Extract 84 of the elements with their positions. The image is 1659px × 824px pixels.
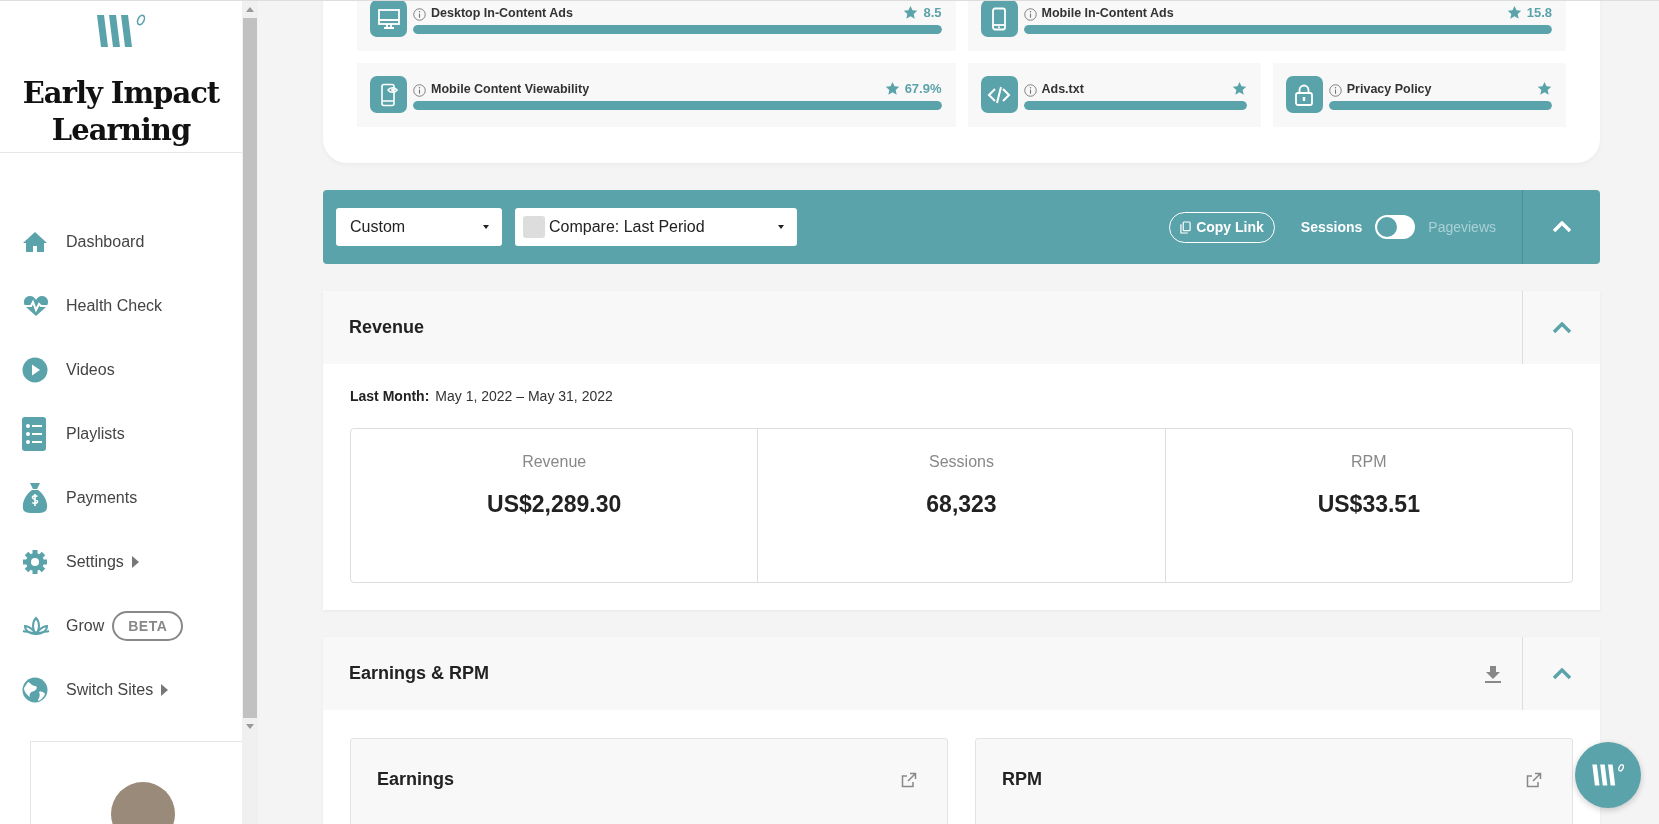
toggle-label: Sessions xyxy=(1300,219,1363,235)
scroll-up-icon[interactable] xyxy=(246,7,254,12)
nav-item[interactable]: Dashboard xyxy=(0,210,145,274)
nav-item[interactable]: Videos xyxy=(0,338,115,402)
external-link-icon[interactable] xyxy=(1526,771,1542,788)
caret-icon xyxy=(778,225,784,229)
toggle-label: Pageviews xyxy=(1428,219,1496,235)
logo-floating-button[interactable] xyxy=(1575,742,1641,808)
star-icon xyxy=(884,81,900,96)
nav-item[interactable]: Health Check xyxy=(0,274,163,338)
phone-icon xyxy=(980,1,1018,37)
stat-value: US$33.51 xyxy=(1317,491,1420,518)
stat-label: Revenue xyxy=(522,453,587,471)
period-label: Last Month: xyxy=(350,388,430,404)
nav-item[interactable]: Switch Sites xyxy=(0,658,169,722)
home-icon xyxy=(22,230,48,254)
heartbeat-icon xyxy=(22,294,50,318)
check-label: Privacy Policy xyxy=(1346,81,1433,96)
period-dropdown[interactable]: Custom xyxy=(336,208,502,246)
star-icon xyxy=(1537,81,1552,96)
checklist-icon xyxy=(22,417,46,451)
stat-label: RPM xyxy=(1351,453,1387,471)
check-label: Mobile In-Content Ads xyxy=(1041,5,1175,20)
scroll-down-icon[interactable] xyxy=(246,724,254,729)
monitor-icon xyxy=(370,1,407,37)
copy-icon xyxy=(1180,220,1192,234)
globe-icon xyxy=(22,677,48,703)
site-title: Early Impact Learning xyxy=(21,75,221,149)
card-title: Earnings xyxy=(377,769,455,790)
compare-dropdown[interactable]: Compare: Last Period xyxy=(515,208,797,246)
caret-icon xyxy=(483,225,489,229)
check-score: 67.9% xyxy=(904,81,942,96)
metric-tile[interactable]: Mobile In-Content Ads 15.8 xyxy=(967,1,1566,51)
play-icon xyxy=(22,357,48,383)
lotus-icon xyxy=(22,616,50,636)
star-icon xyxy=(903,5,919,20)
logo-icon xyxy=(1591,763,1625,787)
metric-toggle[interactable] xyxy=(1375,215,1416,239)
metric-tile[interactable]: Privacy Policy xyxy=(1272,63,1566,127)
nav-item[interactable]: Settings xyxy=(0,530,139,594)
check-score: 15.8 xyxy=(1526,5,1552,20)
info-icon[interactable] xyxy=(1023,8,1037,21)
info-icon[interactable] xyxy=(413,84,426,97)
nav-item[interactable]: Grow xyxy=(0,594,105,658)
download-button[interactable] xyxy=(1484,664,1502,683)
check-label: Mobile Content Viewability xyxy=(431,81,591,96)
external-link-icon[interactable] xyxy=(901,771,917,788)
scrollbar[interactable] xyxy=(242,1,258,824)
stat-value: 68,323 xyxy=(926,491,997,518)
caret-icon xyxy=(161,684,169,696)
caret-icon xyxy=(131,556,139,568)
check-score: 8.5 xyxy=(923,5,942,20)
metric-tile[interactable]: Ads.txt xyxy=(967,63,1261,127)
dropdown-value: Custom xyxy=(350,218,407,236)
swatch-icon xyxy=(523,216,545,238)
gear-icon xyxy=(22,549,48,575)
collapse-icon xyxy=(1551,221,1572,233)
info-icon[interactable] xyxy=(1023,84,1037,97)
stat-value: US$2,289.30 xyxy=(487,491,622,518)
metric-tile[interactable]: Mobile Content Viewability 67.9% xyxy=(357,63,956,127)
logo-icon[interactable] xyxy=(95,13,147,49)
phone-eye-icon xyxy=(370,76,407,113)
panel-title: Earnings & RPM xyxy=(349,663,490,684)
padlock-icon xyxy=(1285,76,1323,113)
info-icon[interactable] xyxy=(413,8,426,21)
nav-item[interactable]: Payments xyxy=(0,466,138,530)
star-icon xyxy=(1231,81,1247,96)
collapse-icon xyxy=(1551,321,1572,334)
check-label: Ads.txt xyxy=(1041,81,1085,96)
metric-tile[interactable]: Desktop In-Content Ads 8.5 xyxy=(357,1,956,51)
card-title: RPM xyxy=(1002,769,1042,790)
nav-item[interactable]: Playlists xyxy=(0,402,125,466)
check-label: Desktop In-Content Ads xyxy=(431,5,574,20)
stat-label: Sessions xyxy=(929,453,994,471)
scrollbar-thumb[interactable] xyxy=(243,18,257,718)
date-range: May 1, 2022 – May 31, 2022 xyxy=(435,388,613,404)
money-bag-icon xyxy=(22,482,48,514)
collapse-icon xyxy=(1551,667,1572,680)
dropdown-value: Compare: Last Period xyxy=(549,218,706,236)
info-icon[interactable] xyxy=(1328,84,1342,97)
star-icon xyxy=(1506,5,1522,20)
code-icon xyxy=(980,76,1018,113)
beta-badge: BETA xyxy=(112,611,184,641)
panel-title: Revenue xyxy=(349,317,425,338)
